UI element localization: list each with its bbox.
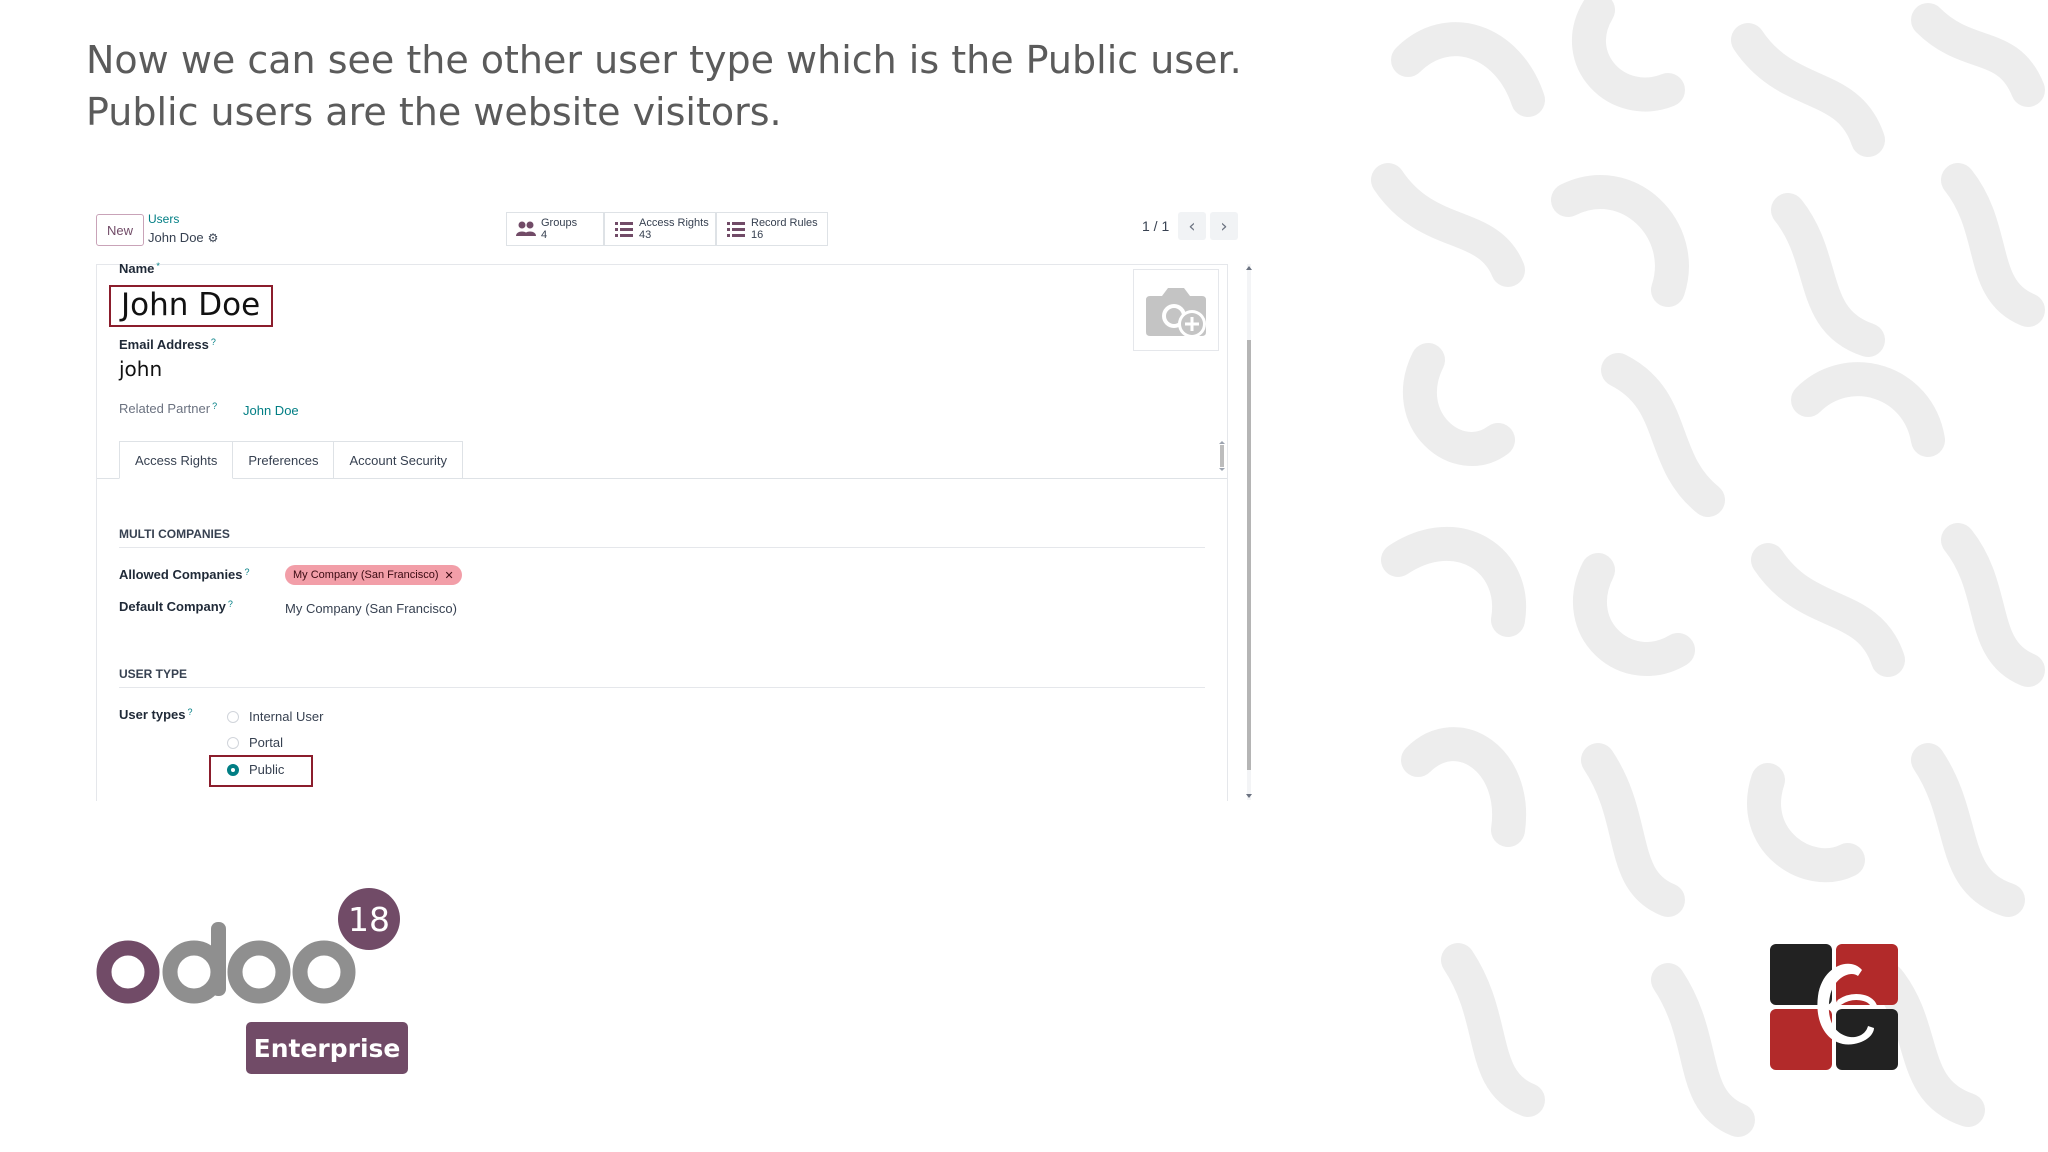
record-rules-label: Record Rules [751, 217, 818, 229]
tab-access-rights[interactable]: Access Rights [119, 441, 234, 479]
chevron-left-icon: ‹ [1188, 215, 1196, 237]
user-types-label-text: User types [119, 707, 186, 722]
email-input[interactable]: john [119, 357, 162, 381]
breadcrumb-users[interactable]: Users [148, 212, 179, 226]
groups-count: 4 [541, 229, 548, 241]
chevron-right-icon: › [1220, 215, 1228, 237]
previous-record-button[interactable]: ‹ [1178, 212, 1206, 240]
groups-label: Groups [541, 217, 578, 229]
related-partner-label-text: Related Partner [119, 401, 211, 416]
name-label: Name * [119, 261, 160, 276]
company-logo [1770, 944, 1898, 1070]
users-icon [516, 221, 536, 236]
record-rules-smart-button[interactable]: Record Rules 16 [716, 212, 828, 246]
section-divider [119, 547, 1205, 548]
help-icon[interactable]: ? [211, 337, 216, 347]
user-type-title: USER TYPE [119, 667, 188, 681]
radio-internal-user[interactable]: Internal User [227, 709, 323, 724]
default-company-label: Default Company? [119, 599, 233, 614]
radio-button[interactable] [227, 710, 239, 723]
notebook-tabs: Access Rights Preferences Account Securi… [119, 441, 464, 479]
name-input[interactable]: John Doe [121, 287, 260, 323]
breadcrumb-current: John Doe ⚙ [148, 230, 218, 245]
record-rules-count: 16 [751, 229, 764, 241]
form-sheet: Name * John Doe Email Address? john Relat… [96, 261, 1228, 801]
allowed-companies-label-text: Allowed Companies [119, 567, 243, 582]
required-mark: * [156, 261, 160, 271]
radio-label: Portal [249, 735, 283, 750]
help-icon[interactable]: ? [245, 567, 250, 577]
form-scrollbar[interactable] [1244, 264, 1254, 800]
company-tag-label: My Company (San Francisco) [293, 569, 439, 581]
pager-value[interactable]: 1 / 1 [1142, 218, 1169, 234]
radio-label: Internal User [249, 709, 324, 724]
default-company-field[interactable]: My Company (San Francisco) [285, 601, 457, 616]
list-icon [615, 222, 633, 237]
breadcrumb-current-label: John Doe [148, 230, 204, 245]
email-label-text: Email Address [119, 337, 209, 352]
radio-portal[interactable]: Portal [227, 735, 283, 750]
access-rights-count: 43 [639, 229, 652, 241]
public-highlight-box [209, 755, 313, 787]
odoo-screenshot: New Users John Doe ⚙ Groups 4 Access Right… [82, 200, 1254, 801]
related-partner-link[interactable]: John Doe [243, 403, 299, 418]
slide-caption: Now we can see the other user type which… [86, 38, 1242, 134]
avatar-upload[interactable] [1133, 269, 1219, 351]
decorative-pattern [1371, 0, 2045, 1137]
enterprise-badge: Enterprise [246, 1022, 408, 1074]
name-label-text: Name [119, 261, 155, 276]
version-badge: 18 [338, 888, 400, 950]
help-icon[interactable]: ? [212, 401, 217, 411]
new-button[interactable]: New [96, 214, 144, 246]
gear-icon[interactable]: ⚙ [208, 231, 219, 245]
help-icon[interactable]: ? [187, 707, 192, 717]
access-rights-label: Access Rights [639, 217, 709, 229]
groups-smart-button[interactable]: Groups 4 [506, 212, 604, 246]
user-types-label: User types? [119, 707, 193, 722]
tab-preferences[interactable]: Preferences [233, 441, 335, 479]
control-panel: New Users John Doe ⚙ Groups 4 Access Right… [82, 200, 1254, 264]
section-divider [119, 687, 1205, 688]
company-tag[interactable]: My Company (San Francisco) ✕ [285, 565, 462, 585]
default-company-label-text: Default Company [119, 599, 226, 614]
next-record-button[interactable]: › [1210, 212, 1238, 240]
email-label: Email Address? [119, 337, 216, 352]
radio-button[interactable] [227, 736, 239, 749]
allowed-companies-label: Allowed Companies? [119, 567, 250, 582]
tabs-scrollbar[interactable] [1219, 441, 1225, 471]
help-icon[interactable]: ? [228, 599, 233, 609]
tab-account-security[interactable]: Account Security [334, 441, 464, 479]
close-icon[interactable]: ✕ [445, 569, 454, 582]
related-partner-label: Related Partner? [119, 401, 217, 416]
camera-plus-icon [1146, 288, 1206, 338]
access-rights-smart-button[interactable]: Access Rights 43 [604, 212, 716, 246]
multi-companies-title: MULTI COMPANIES [119, 527, 230, 541]
list-icon [727, 222, 745, 237]
